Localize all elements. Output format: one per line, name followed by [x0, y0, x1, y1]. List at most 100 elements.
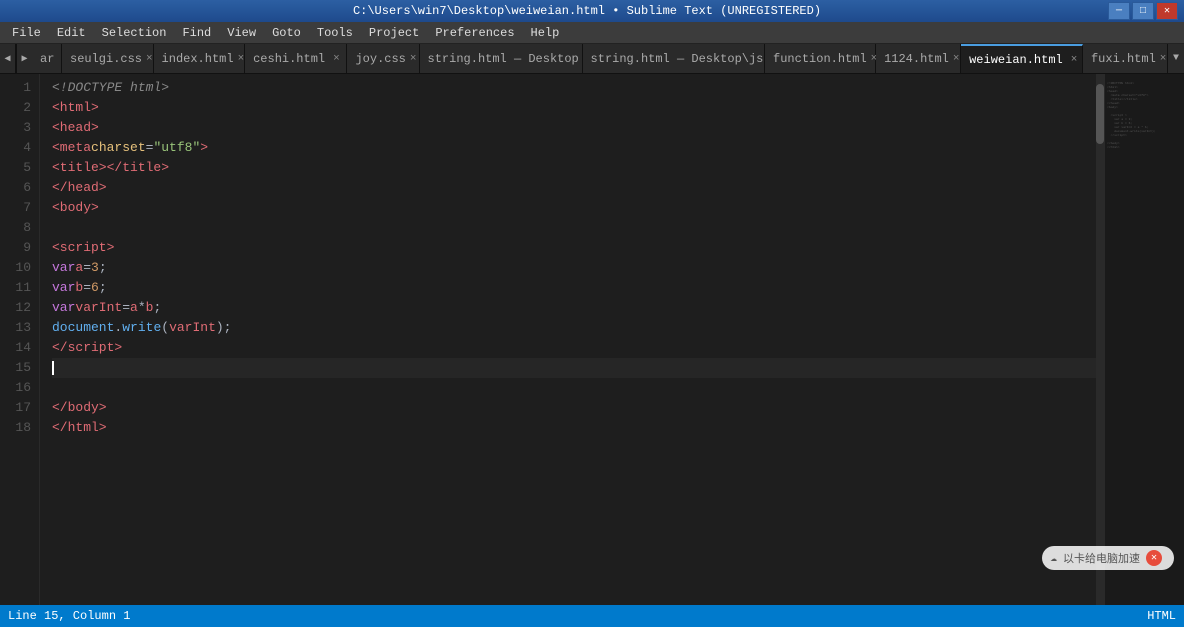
- line-numbers: 123456789101112131415161718: [0, 74, 40, 605]
- status-right: HTML: [1147, 609, 1176, 623]
- maximize-button[interactable]: □: [1132, 2, 1154, 20]
- menu-item-selection[interactable]: Selection: [94, 24, 175, 42]
- status-language: HTML: [1147, 609, 1176, 623]
- line-number: 14: [0, 338, 31, 358]
- code-line-17: </body>: [52, 398, 1104, 418]
- tab-label: index.html: [162, 52, 234, 66]
- tab-scroll-right[interactable]: ▶: [16, 44, 32, 73]
- code-area[interactable]: <!DOCTYPE html><html><head> <meta charse…: [40, 74, 1104, 605]
- line-number: 11: [0, 278, 31, 298]
- line-number: 16: [0, 378, 31, 398]
- line-number: 9: [0, 238, 31, 258]
- tab-label: joy.css: [355, 52, 405, 66]
- close-button[interactable]: ✕: [1156, 2, 1178, 20]
- line-number: 8: [0, 218, 31, 238]
- code-line-18: </html>: [52, 418, 1104, 438]
- tab-label: seulgi.css: [70, 52, 142, 66]
- code-line-1: <!DOCTYPE html>: [52, 78, 1104, 98]
- tab-1124-html[interactable]: 1124.html ×: [876, 44, 961, 73]
- menu-bar: FileEditSelectionFindViewGotoToolsProjec…: [0, 22, 1184, 44]
- code-line-16: [52, 378, 1104, 398]
- menu-item-find[interactable]: Find: [174, 24, 219, 42]
- minimap: <!DOCTYPE html> <html> <head> <meta char…: [1104, 74, 1184, 605]
- line-number: 3: [0, 118, 31, 138]
- line-number: 6: [0, 178, 31, 198]
- tab-close-button[interactable]: ×: [1160, 53, 1167, 65]
- tabs-container: arseulgi.css×index.html×ceshi.html×joy.c…: [32, 44, 1168, 73]
- line-number: 17: [0, 398, 31, 418]
- status-position: Line 15, Column 1: [8, 609, 130, 623]
- tab-label: 1124.html: [884, 52, 949, 66]
- code-line-2: <html>: [52, 98, 1104, 118]
- code-line-13: document.write(varInt);: [52, 318, 1104, 338]
- tab-label: ceshi.html: [253, 52, 325, 66]
- status-bar: Line 15, Column 1 HTML: [0, 605, 1184, 627]
- tab-function-html[interactable]: function.html×: [765, 44, 876, 73]
- code-line-10: var a = 3;: [52, 258, 1104, 278]
- menu-item-view[interactable]: View: [219, 24, 264, 42]
- tab-close-button[interactable]: ×: [146, 53, 153, 65]
- minimap-content: <!DOCTYPE html> <html> <head> <meta char…: [1105, 74, 1184, 158]
- scrollbar-thumb[interactable]: [1096, 84, 1104, 144]
- tab-ceshi-html[interactable]: ceshi.html ×: [245, 44, 347, 73]
- tab-label: weiweian.html: [969, 53, 1063, 67]
- code-line-8: [52, 218, 1104, 238]
- tab-close-button[interactable]: ×: [953, 53, 960, 65]
- editor-container: 123456789101112131415161718 <!DOCTYPE ht…: [0, 74, 1184, 605]
- code-line-11: var b = 6;: [52, 278, 1104, 298]
- tab-dropdown[interactable]: ▼: [1168, 44, 1184, 73]
- tab-weiweian-html[interactable]: weiweian.html ×: [961, 44, 1083, 73]
- tab-scroll-left[interactable]: ◀: [0, 44, 16, 73]
- tab-string-html---Desktop[interactable]: string.html — Desktop×: [420, 44, 583, 73]
- tab-close-button[interactable]: ×: [1071, 54, 1078, 66]
- code-line-12: var varInt = a * b;: [52, 298, 1104, 318]
- line-number: 1: [0, 78, 31, 98]
- line-number: 4: [0, 138, 31, 158]
- code-line-4: <meta charset="utf8">: [52, 138, 1104, 158]
- code-line-7: <body>: [52, 198, 1104, 218]
- line-number: 18: [0, 418, 31, 438]
- menu-item-file[interactable]: File: [4, 24, 49, 42]
- menu-item-goto[interactable]: Goto: [264, 24, 309, 42]
- tab-close-button[interactable]: ×: [333, 53, 340, 65]
- tab-close-button[interactable]: ×: [410, 53, 417, 65]
- vertical-scrollbar[interactable]: [1096, 74, 1104, 605]
- watermark-text: 以卡给电脑加速: [1063, 550, 1140, 566]
- code-line-5: <title></title>: [52, 158, 1104, 178]
- tab-label: string.html — Desktop\js: [591, 52, 764, 66]
- tab-label: function.html: [773, 52, 867, 66]
- tab-index-html[interactable]: index.html ×: [154, 44, 246, 73]
- menu-item-tools[interactable]: Tools: [309, 24, 361, 42]
- code-line-15: [52, 358, 1104, 378]
- menu-item-help[interactable]: Help: [523, 24, 568, 42]
- tab-seulgi-css[interactable]: seulgi.css ×: [62, 44, 154, 73]
- code-line-9: <script >: [52, 238, 1104, 258]
- watermark-close-button[interactable]: ✕: [1146, 550, 1162, 566]
- tab-close-button[interactable]: ×: [238, 53, 245, 65]
- code-line-6: </head>: [52, 178, 1104, 198]
- menu-item-preferences[interactable]: Preferences: [427, 24, 522, 42]
- tab-bar: ◀ ▶ arseulgi.css×index.html×ceshi.html×j…: [0, 44, 1184, 74]
- watermark: ☁ 以卡给电脑加速 ✕: [1042, 546, 1174, 570]
- tab-label: fuxi.html: [1091, 52, 1156, 66]
- title-bar-controls: ─ □ ✕: [1108, 2, 1178, 20]
- title-bar: C:\Users\win7\Desktop\weiweian.html • Su…: [0, 0, 1184, 22]
- menu-item-edit[interactable]: Edit: [49, 24, 94, 42]
- watermark-icon: ☁: [1050, 551, 1057, 565]
- minimize-button[interactable]: ─: [1108, 2, 1130, 20]
- line-number: 5: [0, 158, 31, 178]
- line-number: 7: [0, 198, 31, 218]
- tab-fuxi-html[interactable]: fuxi.html ×: [1083, 44, 1168, 73]
- tab-label: ar: [40, 52, 54, 66]
- menu-item-project[interactable]: Project: [361, 24, 427, 42]
- code-line-3: <head>: [52, 118, 1104, 138]
- tab-string-html---Desktop-js[interactable]: string.html — Desktop\js×: [583, 44, 765, 73]
- line-number: 13: [0, 318, 31, 338]
- watermark-area: ☁ 以卡给电脑加速 ✕: [984, 533, 1184, 583]
- line-number: 10: [0, 258, 31, 278]
- line-number: 15: [0, 358, 31, 378]
- tab-joy-css[interactable]: joy.css ×: [347, 44, 419, 73]
- code-line-14: </script>: [52, 338, 1104, 358]
- line-number: 12: [0, 298, 31, 318]
- tab-ar[interactable]: ar: [32, 44, 62, 73]
